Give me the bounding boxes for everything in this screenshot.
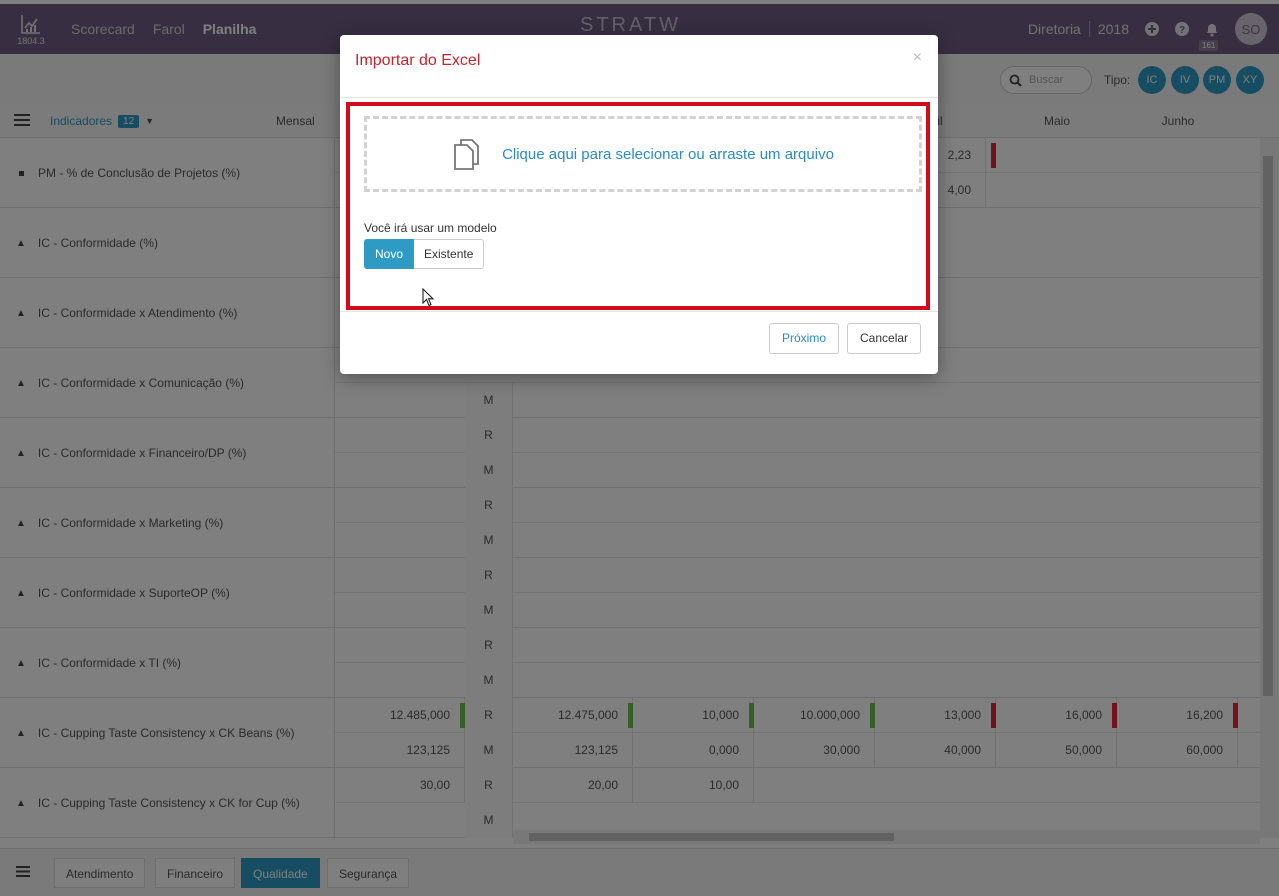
modal-title: Importar do Excel [355,52,481,69]
file-copy-icon [454,139,479,170]
next-button[interactable]: Próximo [769,323,840,354]
import-excel-modal: Importar do Excel × Clique aqui para sel… [340,35,938,374]
toggle-new-button[interactable]: Novo [364,239,415,269]
divider [340,97,938,98]
model-question-label: Você irá usar um modelo [364,221,497,235]
cancel-button[interactable]: Cancelar [847,323,922,354]
dropzone-text: Clique aqui para selecionar ou arraste u… [502,145,834,163]
divider [340,311,938,312]
model-toggle: Novo Existente [364,239,485,269]
annotation-highlight-box: Clique aqui para selecionar ou arraste u… [346,102,930,310]
toggle-existing-button[interactable]: Existente [414,239,485,269]
close-icon[interactable]: × [913,49,922,67]
mouse-cursor-icon [422,288,435,307]
file-dropzone[interactable]: Clique aqui para selecionar ou arraste u… [364,116,922,192]
